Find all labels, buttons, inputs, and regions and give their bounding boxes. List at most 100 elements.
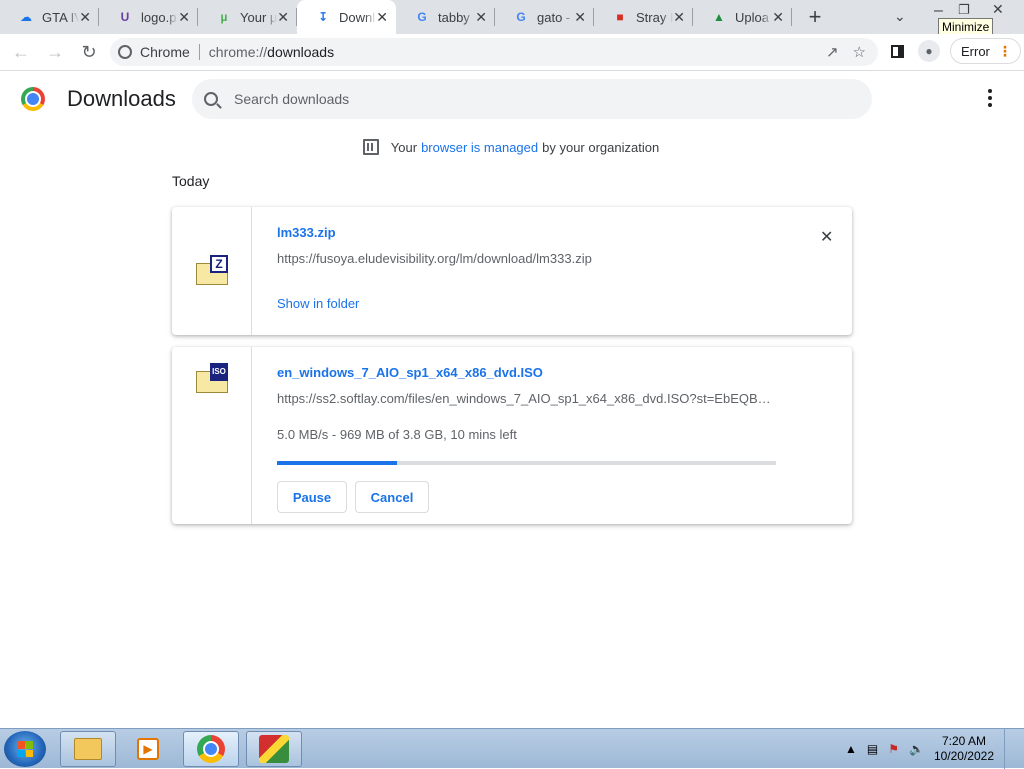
- omnibox-divider: [198, 44, 200, 60]
- reload-icon[interactable]: ↻: [74, 37, 104, 67]
- tab-separator: [791, 8, 792, 26]
- download-status: 5.0 MB/s - 969 MB of 3.8 GB, 10 mins lef…: [277, 427, 517, 442]
- folder-icon: [74, 738, 102, 760]
- error-label: Error: [961, 43, 990, 59]
- volume-icon[interactable]: 🔈: [909, 742, 924, 756]
- onedrive-cloud-icon: ☁: [20, 10, 32, 24]
- search-input[interactable]: [234, 91, 834, 107]
- downloads-header: Downloads: [0, 71, 1024, 127]
- download-item: ISO en_windows_7_AIO_sp1_x64_x86_dvd.ISO…: [172, 347, 852, 524]
- back-arrow-icon[interactable]: ←: [6, 37, 36, 67]
- tab-close-icon[interactable]: ✕: [376, 9, 388, 26]
- chrome-taskbar-button[interactable]: [183, 731, 239, 767]
- windows-taskbar: ▶ ▲ ▤ ⚑ 🔈 7:20 AM 10/20/2022: [0, 728, 1024, 769]
- tab-strip: ☁ GTA IV ✕ Ulogo.p ✕ µ Your µ ✕ ↧ Downl ✕ Gtabby ✕ Gg…: [0, 0, 1024, 34]
- download-item: Z lm333.zip https://fusoya.eludevisibili…: [172, 207, 852, 335]
- red-gift-icon: ■: [616, 10, 624, 24]
- profile-avatar-icon[interactable]: ●: [918, 40, 940, 62]
- google-g-icon: G: [516, 10, 526, 24]
- managed-link[interactable]: browser is managed: [421, 140, 538, 155]
- media-player-taskbar-button[interactable]: ▶: [120, 731, 176, 767]
- action-center-flag-icon[interactable]: ⚑: [888, 742, 899, 756]
- managed-prefix: Your: [390, 139, 418, 155]
- chrome-chip-icon: [118, 45, 132, 59]
- tab-close-icon[interactable]: ✕: [574, 9, 586, 26]
- tab-4[interactable]: Gtabby ✕: [396, 0, 495, 34]
- tab-title: Your µ: [240, 9, 278, 25]
- file-url[interactable]: https://ss2.softlay.com/files/en_windows…: [277, 391, 777, 406]
- search-icon: [204, 92, 218, 106]
- tab-0[interactable]: ☁ GTA IV ✕: [0, 0, 99, 34]
- game-app-taskbar-button[interactable]: [246, 731, 302, 767]
- tab-close-icon[interactable]: ✕: [673, 9, 685, 26]
- tab-close-icon[interactable]: ✕: [79, 9, 91, 26]
- tab-3[interactable]: ↧ Downl ✕: [297, 0, 396, 34]
- download-arrow-icon: ↧: [317, 10, 329, 24]
- forward-arrow-icon[interactable]: →: [40, 37, 70, 67]
- pause-button[interactable]: Pause: [277, 481, 347, 513]
- chrome-logo-icon: [21, 87, 45, 111]
- bookmark-star-icon[interactable]: ☆: [853, 43, 866, 61]
- explorer-taskbar-button[interactable]: [60, 731, 116, 767]
- new-tab-button[interactable]: +: [800, 2, 830, 32]
- restore-button[interactable]: ❐: [958, 2, 970, 18]
- menu-dots-icon: ⋮: [997, 43, 1012, 59]
- windows-flag-icon: [17, 741, 33, 757]
- tab-title: logo.p: [141, 9, 177, 25]
- date-section-label: Today: [172, 173, 210, 189]
- clock-time: 7:20 AM: [941, 734, 986, 748]
- remove-item-close-icon[interactable]: ✕: [820, 227, 833, 247]
- downloads-page: Downloads Your browser is managed by you…: [0, 71, 1024, 728]
- clock-date: 10/20/2022: [933, 749, 994, 763]
- zip-file-icon: Z: [196, 255, 228, 285]
- tab-close-icon[interactable]: ✕: [772, 9, 784, 26]
- share-icon[interactable]: ↗: [826, 43, 839, 61]
- side-panel-icon[interactable]: [886, 40, 908, 62]
- show-hidden-icons-icon[interactable]: ▲: [845, 742, 857, 756]
- file-name-link[interactable]: lm333.zip: [277, 225, 336, 240]
- tab-1[interactable]: Ulogo.p ✕: [99, 0, 198, 34]
- url-path: downloads: [267, 44, 335, 60]
- url-text: chrome://downloads: [209, 44, 334, 60]
- tab-2[interactable]: µ Your µ ✕: [198, 0, 297, 34]
- file-icon-column: ISO: [172, 347, 252, 524]
- chrome-chip: Chrome: [110, 44, 190, 60]
- start-button[interactable]: [4, 731, 46, 767]
- chrome-chip-label: Chrome: [140, 44, 190, 60]
- tab-title: Stray F: [636, 9, 673, 25]
- address-bar[interactable]: Chrome chrome://downloads ↗ ☆: [110, 38, 878, 66]
- cancel-button[interactable]: Cancel: [355, 481, 429, 513]
- browser-toolbar: ← → ↻ Chrome chrome://downloads ↗ ☆ ● Er…: [0, 34, 1024, 71]
- utorrent-icon: µ: [220, 10, 228, 24]
- google-g-icon: G: [417, 10, 427, 24]
- show-desktop-button[interactable]: [1004, 729, 1016, 769]
- tab-title: Downl: [339, 9, 376, 25]
- green-upload-icon: ▲: [713, 10, 725, 24]
- building-icon: [362, 139, 379, 155]
- tab-title: Uploa: [735, 9, 769, 25]
- search-box[interactable]: [192, 79, 872, 119]
- more-actions-icon[interactable]: [984, 89, 996, 107]
- iso-file-icon: ISO: [196, 363, 228, 393]
- network-icon[interactable]: ▤: [867, 742, 878, 756]
- file-icon-column: Z: [172, 207, 252, 335]
- tab-7[interactable]: ▲ Uploa ✕: [693, 0, 792, 34]
- progress-fill: [277, 461, 397, 465]
- tab-close-icon[interactable]: ✕: [277, 9, 289, 26]
- tab-6[interactable]: ■ Stray F✕: [594, 0, 693, 34]
- error-button[interactable]: Error ⋮: [950, 38, 1021, 64]
- file-url[interactable]: https://fusoya.eludevisibility.org/lm/do…: [277, 251, 777, 266]
- tab-5[interactable]: Ggato - ✕: [495, 0, 594, 34]
- tab-close-icon[interactable]: ✕: [178, 9, 190, 26]
- tab-title: gato -: [537, 9, 571, 25]
- zip-badge: Z: [210, 255, 228, 273]
- close-window-button[interactable]: ✕: [992, 1, 1004, 18]
- show-in-folder-link[interactable]: Show in folder: [277, 296, 359, 311]
- taskbar-clock[interactable]: 7:20 AM 10/20/2022: [934, 734, 994, 764]
- file-name-link[interactable]: en_windows_7_AIO_sp1_x64_x86_dvd.ISO: [277, 365, 543, 380]
- url-scheme: chrome://: [208, 44, 268, 60]
- tab-search-chevron-icon[interactable]: ⌄: [894, 8, 906, 25]
- tab-close-icon[interactable]: ✕: [475, 9, 487, 26]
- tab-title: tabby: [438, 9, 470, 25]
- chrome-icon: [197, 735, 225, 763]
